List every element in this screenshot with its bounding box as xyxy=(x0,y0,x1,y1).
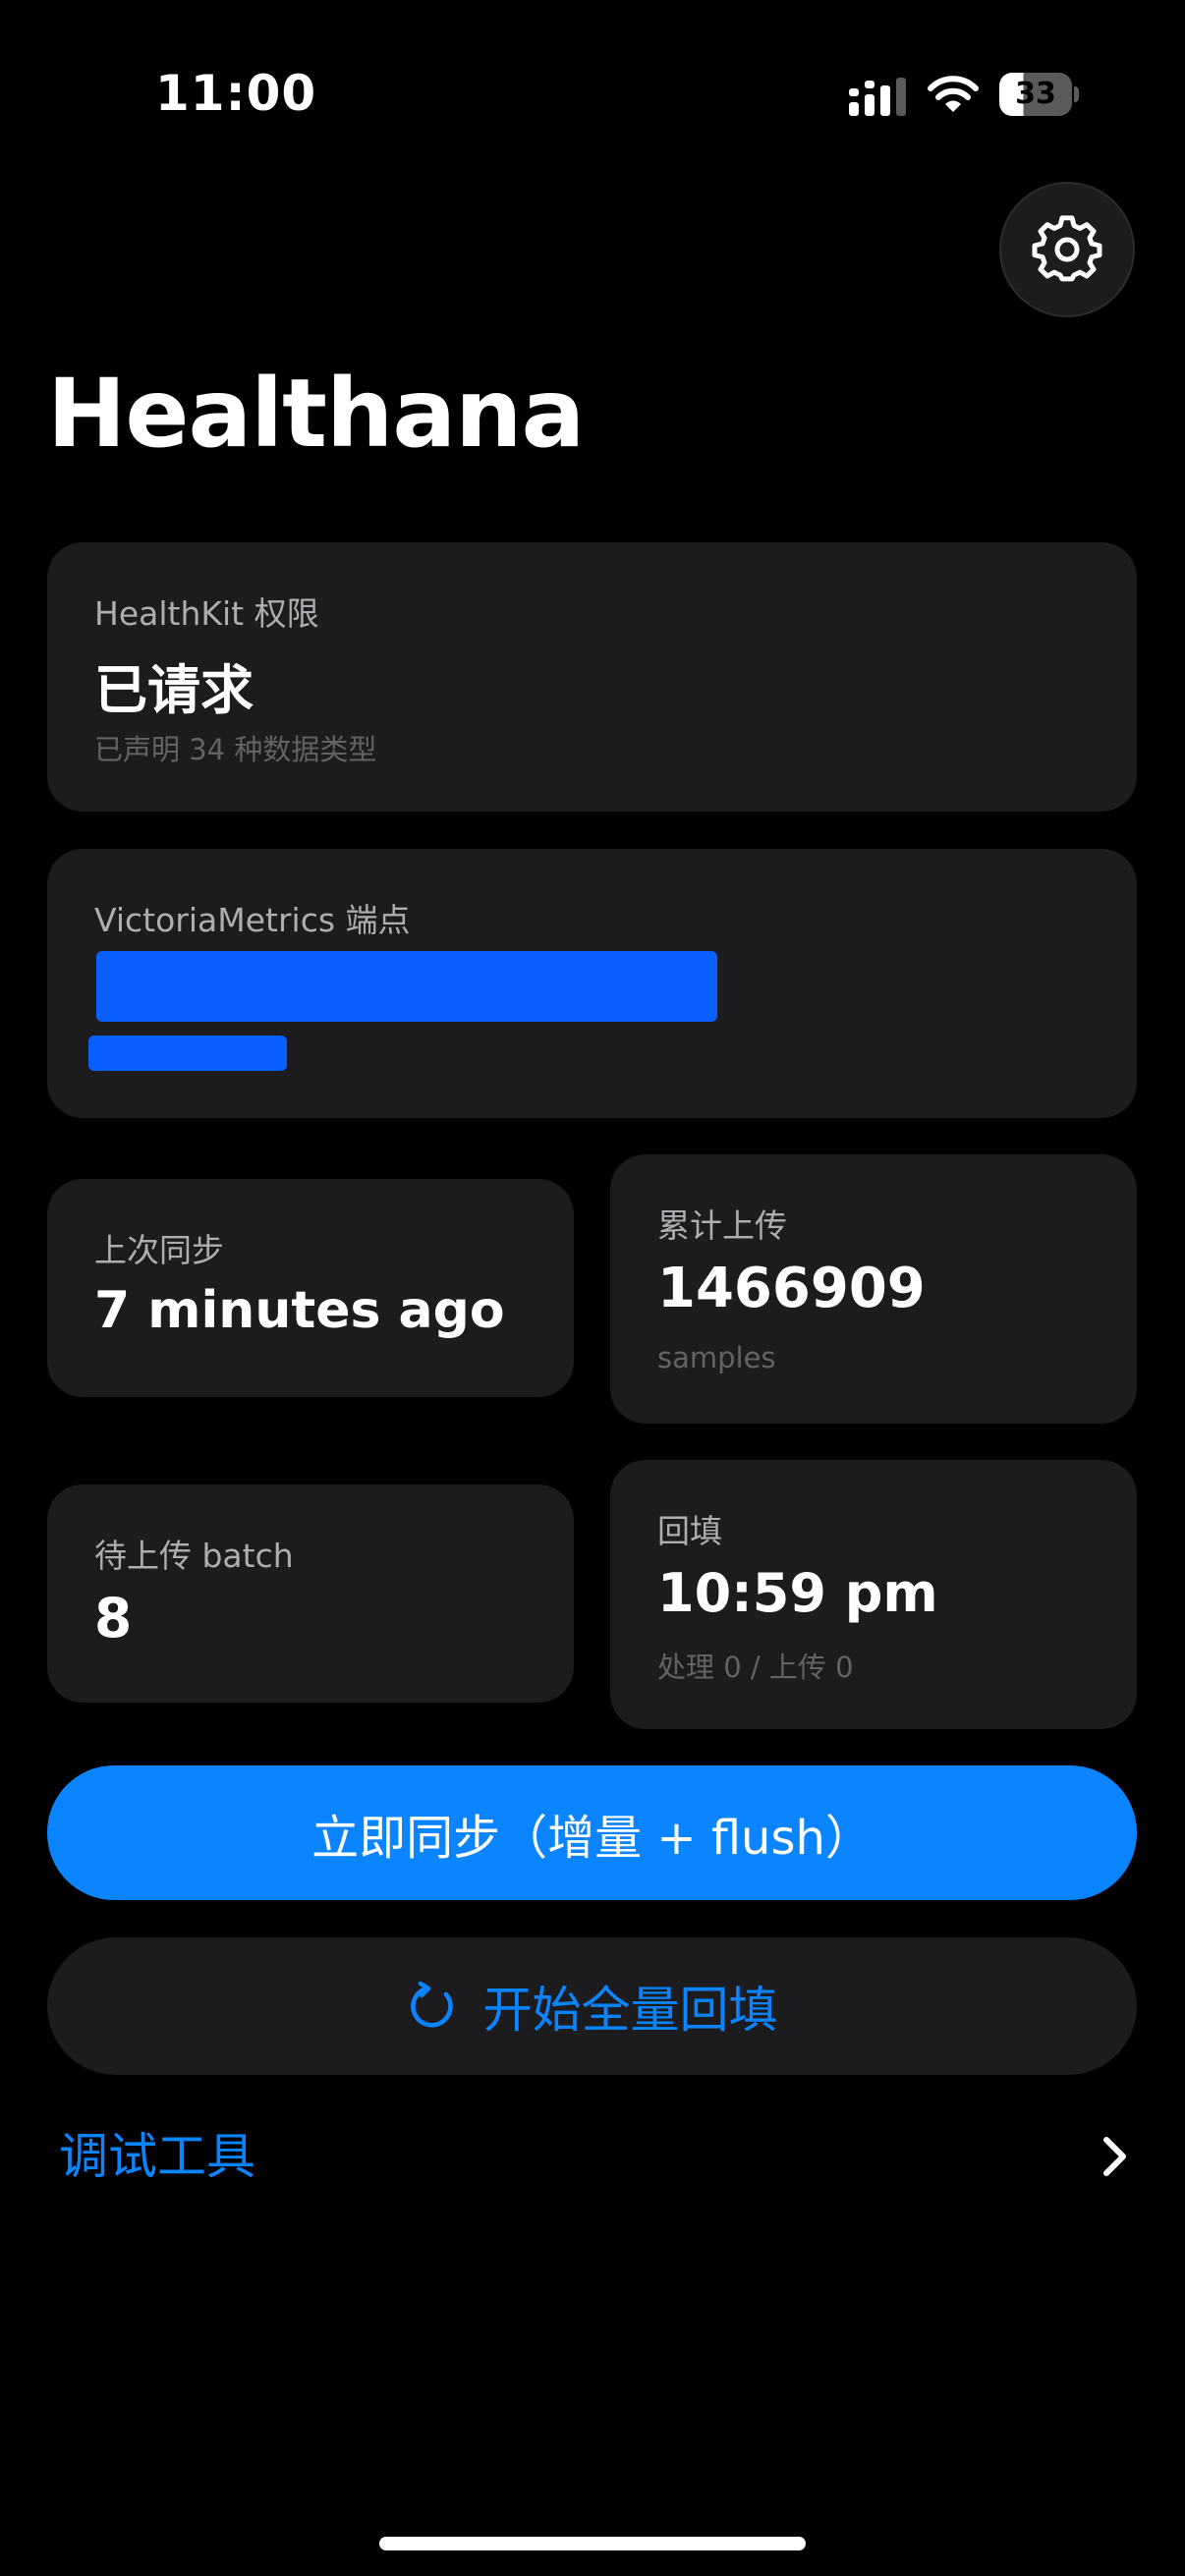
pending-batch-card: 待上传 batch 8 xyxy=(47,1484,574,1703)
full-backfill-button[interactable]: 开始全量回填 xyxy=(47,1937,1137,2075)
cellular-signal-icon xyxy=(849,78,906,116)
wifi-icon xyxy=(928,76,979,112)
permission-sub: 已声明 34 种数据类型 xyxy=(94,733,377,766)
battery-level: 33 xyxy=(1015,77,1056,111)
pending-batch-label: 待上传 batch xyxy=(94,1537,294,1575)
last-sync-value: 7 minutes ago xyxy=(94,1281,505,1340)
total-upload-label: 累计上传 xyxy=(657,1206,787,1245)
backfill-sub: 处理 0 / 上传 0 xyxy=(657,1651,854,1684)
endpoint-label: VictoriaMetrics 端点 xyxy=(94,901,411,939)
debug-tools-link[interactable]: 调试工具 xyxy=(59,2122,1130,2191)
sync-now-button[interactable]: 立即同步（增量 + flush） xyxy=(47,1765,1137,1900)
full-backfill-label: 开始全量回填 xyxy=(482,1982,778,2039)
backfill-card: 回填 10:59 pm 处理 0 / 上传 0 xyxy=(610,1460,1137,1729)
last-sync-label: 上次同步 xyxy=(94,1231,224,1269)
endpoint-sub-redacted xyxy=(88,1036,287,1071)
total-upload-sub: samples xyxy=(657,1341,776,1374)
pending-batch-value: 8 xyxy=(94,1587,133,1650)
home-indicator xyxy=(379,2537,806,2550)
backfill-label: 回填 xyxy=(657,1512,722,1550)
permission-label: HealthKit 权限 xyxy=(94,594,319,633)
refresh-icon xyxy=(410,1981,453,2028)
endpoint-card: VictoriaMetrics 端点 xyxy=(47,849,1137,1118)
sync-now-label: 立即同步（增量 + flush） xyxy=(311,1810,873,1866)
healthkit-permission-card: HealthKit 权限 已请求 已声明 34 种数据类型 xyxy=(47,542,1137,812)
gear-icon xyxy=(1032,215,1102,282)
backfill-value: 10:59 pm xyxy=(657,1562,938,1624)
total-upload-value: 1466909 xyxy=(657,1257,926,1320)
status-time: 11:00 xyxy=(155,65,317,122)
status-bar: 11:00 33 xyxy=(0,0,1185,187)
endpoint-url-redacted xyxy=(96,951,717,1022)
page-title: Healthana xyxy=(47,359,585,469)
settings-button[interactable] xyxy=(999,182,1135,317)
last-sync-card: 上次同步 7 minutes ago xyxy=(47,1179,574,1397)
chevron-right-icon xyxy=(1103,2137,1126,2176)
permission-value: 已请求 xyxy=(94,659,254,721)
total-upload-card: 累计上传 1466909 samples xyxy=(610,1154,1137,1424)
battery-icon: 33 xyxy=(999,73,1079,116)
debug-tools-label: 调试工具 xyxy=(59,2128,255,2185)
